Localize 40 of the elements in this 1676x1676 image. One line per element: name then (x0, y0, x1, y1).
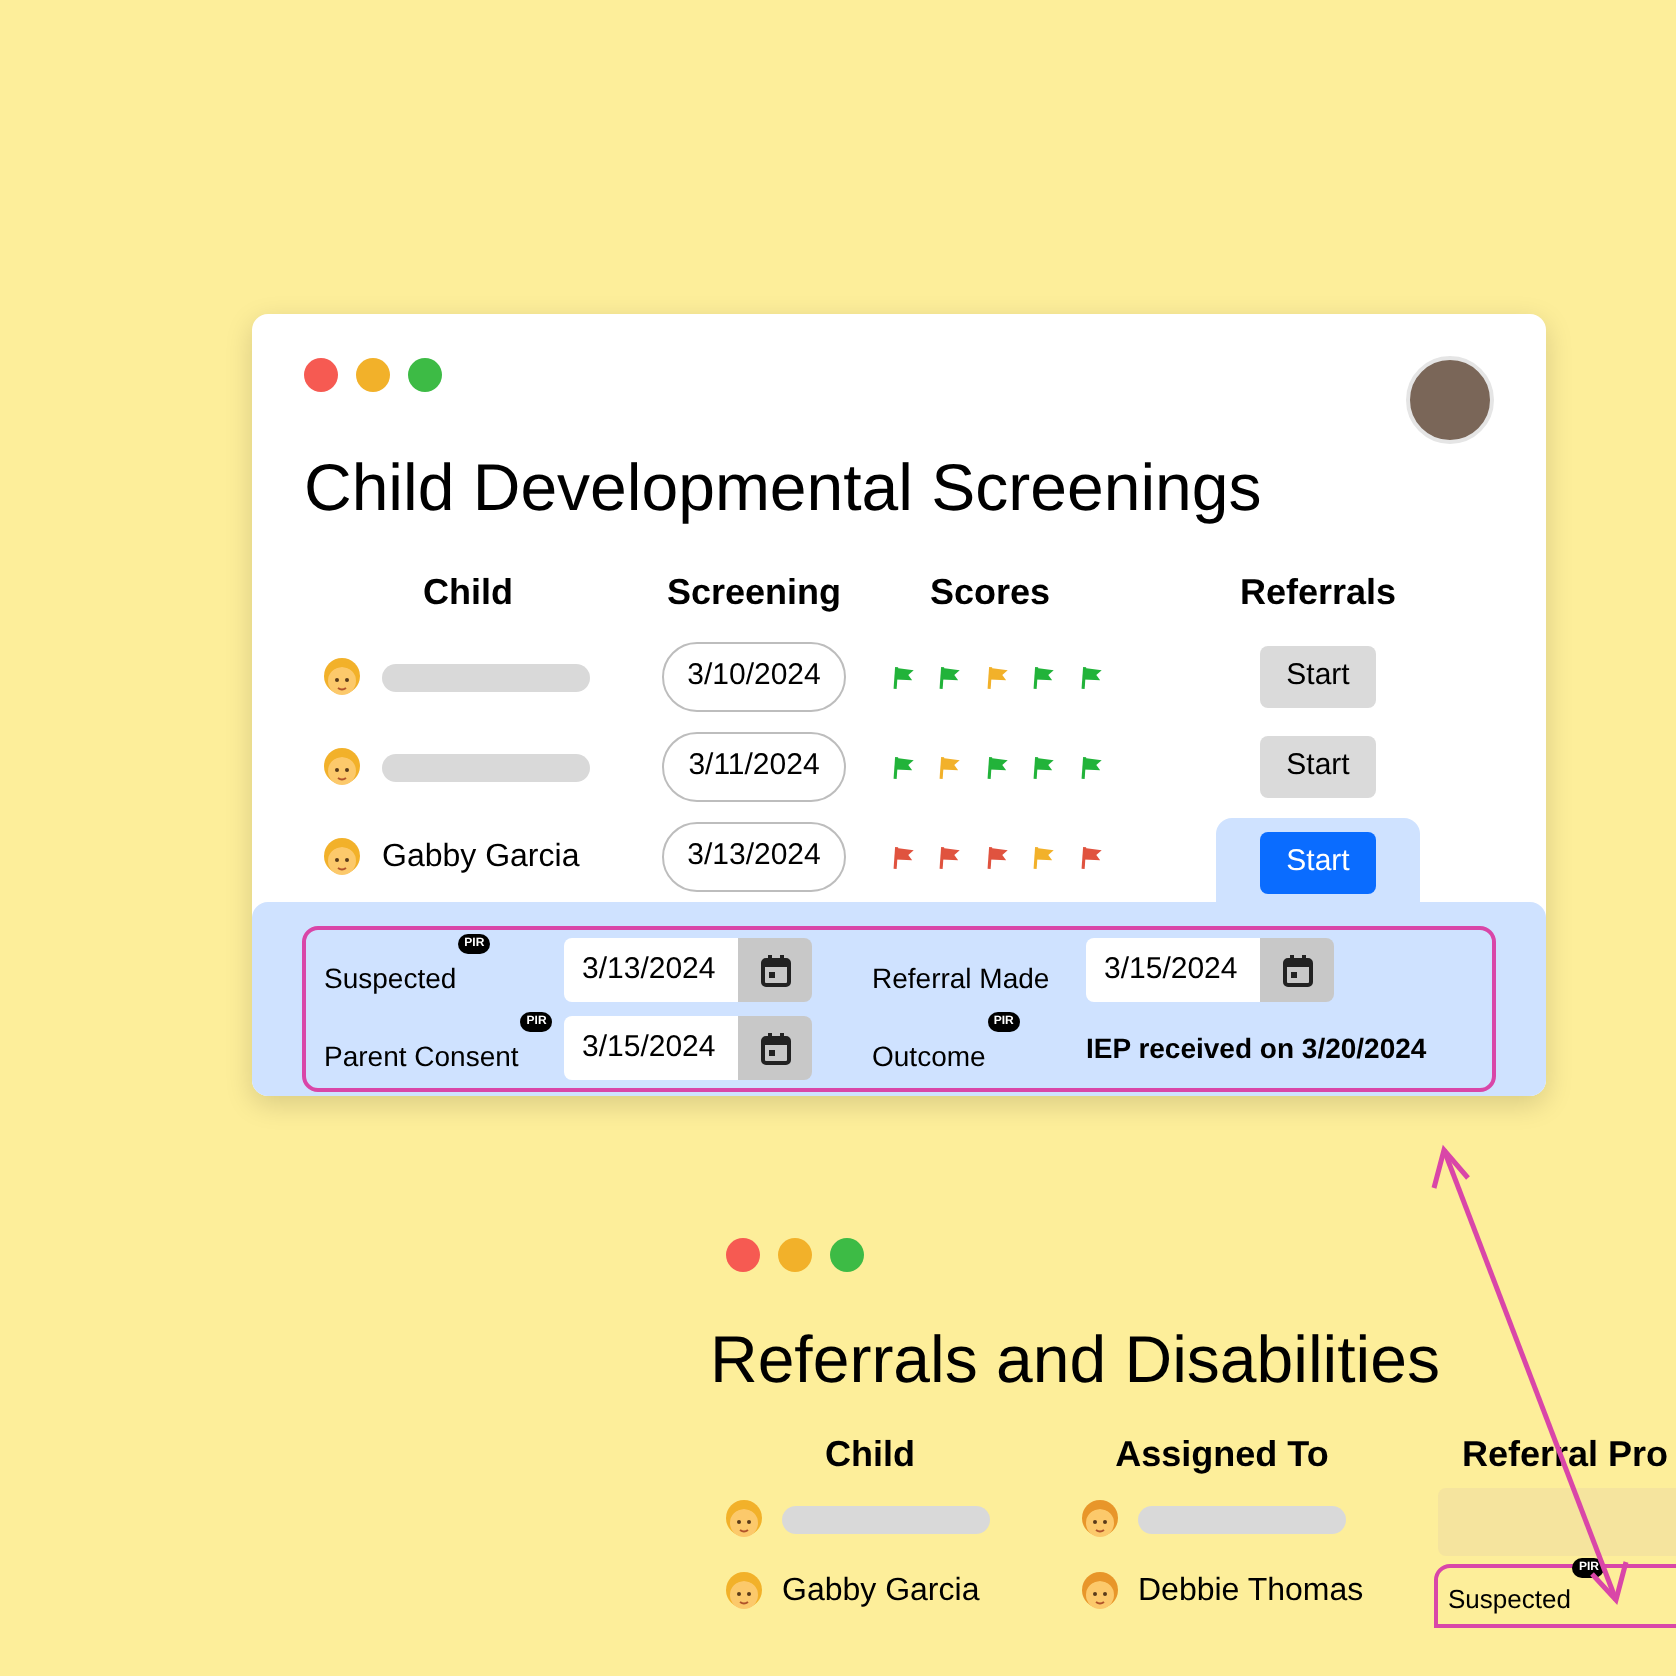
date-field[interactable]: 3/13/2024 (564, 938, 738, 1002)
child-name: Gabby Garcia (782, 1572, 980, 1612)
child-face-icon (320, 655, 364, 699)
child-face-icon (722, 1498, 766, 1542)
calendar-icon (759, 1031, 791, 1065)
avatar-photo[interactable] (1406, 356, 1494, 444)
column-header: Referrals (1239, 569, 1397, 615)
calendar-button[interactable] (738, 1016, 812, 1080)
field-label: Suspected (324, 960, 457, 998)
field-label: Outcome (872, 1038, 986, 1076)
calendar-button[interactable] (738, 938, 812, 1002)
window-title: Child Developmental Screenings (302, 448, 1264, 528)
date-field[interactable]: 3/15/2024 (564, 1016, 738, 1080)
screening-date[interactable]: 3/11/2024 (662, 732, 846, 802)
outcome-text: IEP received on 3/20/2024 (1086, 1029, 1427, 1067)
field-label: Referral Made (872, 960, 1050, 998)
column-header: Screening (666, 569, 842, 616)
woman-face-icon (1078, 1570, 1122, 1614)
start-button[interactable]: Start (1260, 646, 1376, 708)
child-face-icon (320, 835, 364, 879)
child-name: Gabby Garcia (382, 837, 580, 877)
child-face-icon (722, 1570, 766, 1614)
screening-date[interactable]: 3/10/2024 (661, 642, 847, 712)
date-field[interactable]: 3/15/2024 (1086, 938, 1260, 1002)
woman-face-icon (1078, 1498, 1122, 1542)
screening-date[interactable]: 3/13/2024 (661, 822, 847, 892)
column-header: Assigned To (1115, 1431, 1329, 1478)
window-title: Referrals and Disabilities (710, 1320, 1442, 1400)
column-header: Child (825, 1431, 915, 1477)
start-button[interactable]: Start (1260, 832, 1376, 894)
column-header: Scores (929, 569, 1051, 615)
child-face-icon (320, 745, 364, 789)
column-header: Child (423, 569, 513, 615)
calendar-button[interactable] (1260, 938, 1334, 1002)
field-label: Parent Consent (324, 1038, 519, 1076)
calendar-icon (1281, 953, 1313, 987)
calendar-icon (759, 953, 791, 987)
assignee-name: Debbie Thomas (1138, 1572, 1364, 1612)
field-label: Suspected (1448, 1582, 1571, 1618)
start-button[interactable]: Start (1260, 736, 1376, 798)
